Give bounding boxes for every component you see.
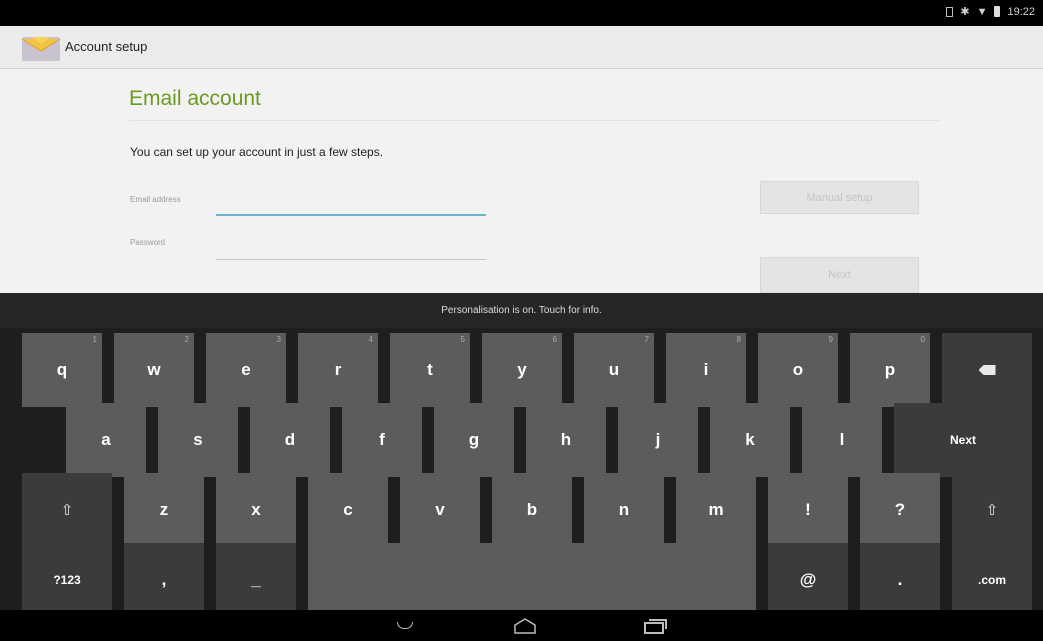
key-g[interactable]: g [434, 403, 514, 477]
key-f[interactable]: f [342, 403, 422, 477]
key-y[interactable]: y6 [482, 333, 562, 407]
bluetooth-icon: ✱ [960, 6, 970, 18]
manual-setup-button[interactable]: Manual setup [760, 181, 919, 214]
keyboard-suggestion-strip[interactable]: Personalisation is on. Touch for info. [0, 293, 1043, 328]
key-n[interactable]: n [584, 473, 664, 547]
dotcom-key[interactable]: .com [952, 543, 1032, 617]
at-key[interactable]: @ [768, 543, 848, 617]
underscore-key[interactable]: _ [216, 543, 296, 617]
wifi-icon: ▼ [976, 5, 988, 18]
key-u[interactable]: u7 [574, 333, 654, 407]
comma-key[interactable]: , [124, 543, 204, 617]
shift-key-left[interactable]: ⇧ [22, 473, 112, 547]
period-key[interactable]: . [860, 543, 940, 617]
key-b[interactable]: b [492, 473, 572, 547]
form-heading: Email account [129, 87, 261, 110]
key-c[interactable]: c [308, 473, 388, 547]
email-app-icon[interactable] [20, 33, 62, 63]
next-action-key[interactable]: Next [894, 403, 1032, 477]
symbols-key[interactable]: ?123 [22, 543, 112, 617]
key-o[interactable]: o9 [758, 333, 838, 407]
key-h[interactable]: h [526, 403, 606, 477]
email-label: Email address [130, 195, 181, 204]
key-i[interactable]: i8 [666, 333, 746, 407]
key-t[interactable]: t5 [390, 333, 470, 407]
backspace-icon [978, 365, 996, 375]
status-icons: ✱ ▼ 19:22 [946, 5, 1035, 18]
status-bar: ✱ ▼ 19:22 [0, 0, 1043, 26]
page-title: Account setup [65, 39, 148, 54]
sim-icon [946, 6, 954, 17]
key-a[interactable]: a [66, 403, 146, 477]
space-key[interactable] [308, 543, 756, 617]
key-p[interactable]: p0 [850, 333, 930, 407]
heading-divider [129, 120, 939, 121]
status-clock: 19:22 [1007, 5, 1035, 18]
key-e[interactable]: e3 [206, 333, 286, 407]
key-x[interactable]: x [216, 473, 296, 547]
email-field[interactable] [216, 194, 486, 216]
hide-keyboard-icon[interactable] [390, 614, 420, 637]
key-q[interactable]: q1 [22, 333, 102, 407]
backspace-key[interactable] [942, 333, 1032, 407]
home-icon[interactable] [510, 614, 540, 637]
shift-icon: ⇧ [985, 502, 999, 519]
intro-text: You can set up your account in just a fe… [130, 145, 384, 159]
battery-icon [994, 6, 1001, 17]
next-button[interactable]: Next [760, 257, 919, 293]
password-label: Password [130, 238, 166, 247]
key-j[interactable]: j [618, 403, 698, 477]
key-s[interactable]: s [158, 403, 238, 477]
key-d[interactable]: d [250, 403, 330, 477]
key-l[interactable]: l [802, 403, 882, 477]
key-w[interactable]: w2 [114, 333, 194, 407]
action-bar: Account setup [0, 26, 1043, 69]
navigation-bar [0, 610, 1043, 641]
key-v[interactable]: v [400, 473, 480, 547]
key-z[interactable]: z [124, 473, 204, 547]
account-setup-form: Email account You can set up your accoun… [0, 69, 1043, 293]
soft-keyboard: Personalisation is on. Touch for info. q… [0, 293, 1043, 617]
key-r[interactable]: r4 [298, 333, 378, 407]
shift-key-right[interactable]: ⇧ [952, 473, 1032, 547]
shift-icon: ⇧ [60, 502, 74, 519]
password-field[interactable] [216, 239, 486, 260]
recent-apps-icon[interactable] [640, 614, 670, 637]
key-k[interactable]: k [710, 403, 790, 477]
key-question[interactable]: ? [860, 473, 940, 547]
key-m[interactable]: m [676, 473, 756, 547]
key-exclamation[interactable]: ! [768, 473, 848, 547]
